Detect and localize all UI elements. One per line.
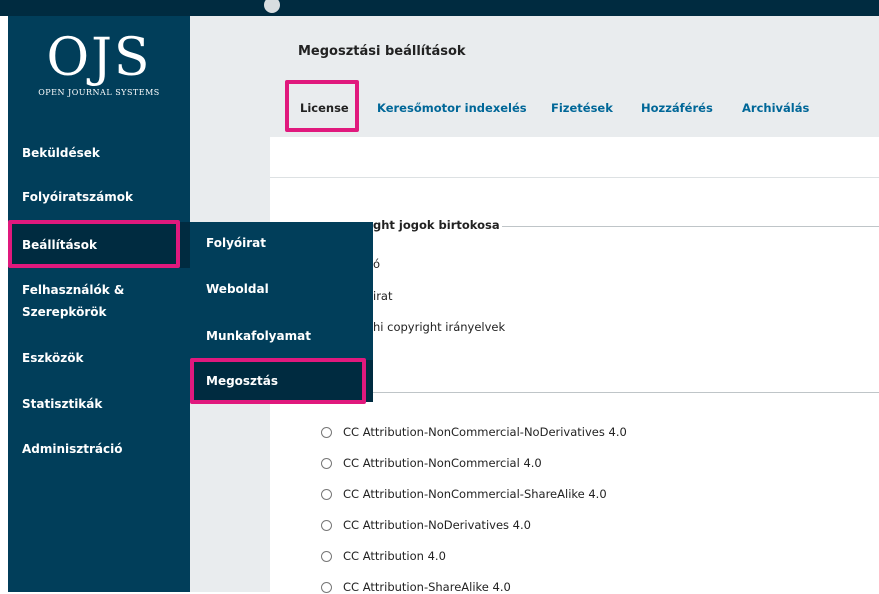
page-title: Megosztási beállítások <box>298 44 466 59</box>
sidebar-item-issues[interactable]: Folyóiratszámok <box>8 186 190 208</box>
submenu-item-workflow[interactable]: Munkafolyamat <box>190 325 373 347</box>
panel-divider <box>270 177 879 178</box>
sidebar-item-administration[interactable]: Adminisztráció <box>8 438 190 460</box>
submenu-item-website[interactable]: Weboldal <box>190 278 373 300</box>
tab-access[interactable]: Hozzáférés <box>641 101 713 115</box>
copyright-option-custom[interactable]: hi copyright irányelvek <box>373 320 505 334</box>
radio-button[interactable] <box>321 582 332 593</box>
highlight-license-tab <box>285 80 359 132</box>
tab-archiving[interactable]: Archiválás <box>742 101 809 115</box>
license-option-by-nc[interactable]: CC Attribution-NonCommercial 4.0 <box>343 456 542 470</box>
highlight-distribution <box>190 358 366 404</box>
sidebar-item-statistics[interactable]: Statisztikák <box>8 393 190 415</box>
copyright-option-author[interactable]: ó <box>373 257 380 271</box>
sidebar-item-users-roles-line1[interactable]: Felhasználók & <box>8 279 190 301</box>
sidebar-item-users-roles-line2[interactable]: Szerepkörök <box>8 301 190 323</box>
copyright-option-journal[interactable]: irat <box>373 289 392 303</box>
radio-button[interactable] <box>321 551 332 562</box>
sidebar-item-submissions[interactable]: Beküldések <box>8 142 190 164</box>
license-option-by-nd[interactable]: CC Attribution-NoDerivatives 4.0 <box>343 518 531 532</box>
submenu-item-journal[interactable]: Folyóirat <box>190 232 373 254</box>
top-bar <box>0 0 879 16</box>
tab-payments[interactable]: Fizetések <box>551 101 613 115</box>
license-fieldset-border <box>373 392 879 393</box>
radio-button[interactable] <box>321 427 332 438</box>
left-edge <box>0 16 8 592</box>
radio-button[interactable] <box>321 458 332 469</box>
tab-search-indexing[interactable]: Keresőmotor indexelés <box>377 101 527 115</box>
ojs-logo[interactable]: OJS OPEN JOURNAL SYSTEMS <box>8 32 190 97</box>
radio-button[interactable] <box>321 520 332 531</box>
highlight-settings <box>8 220 180 268</box>
license-option-by-nc-sa[interactable]: CC Attribution-NonCommercial-ShareAlike … <box>343 487 607 501</box>
fieldset-border <box>502 226 879 227</box>
radio-button[interactable] <box>321 489 332 500</box>
license-option-by-nc-nd[interactable]: CC Attribution-NonCommercial-NoDerivativ… <box>343 425 627 439</box>
sidebar-item-tools[interactable]: Eszközök <box>8 347 190 369</box>
license-option-by[interactable]: CC Attribution 4.0 <box>343 549 446 563</box>
logo-subtitle: OPEN JOURNAL SYSTEMS <box>38 88 160 97</box>
copyright-fieldset-legend: ght jogok birtokosa <box>373 218 500 232</box>
logo-text: OJS <box>46 28 152 88</box>
